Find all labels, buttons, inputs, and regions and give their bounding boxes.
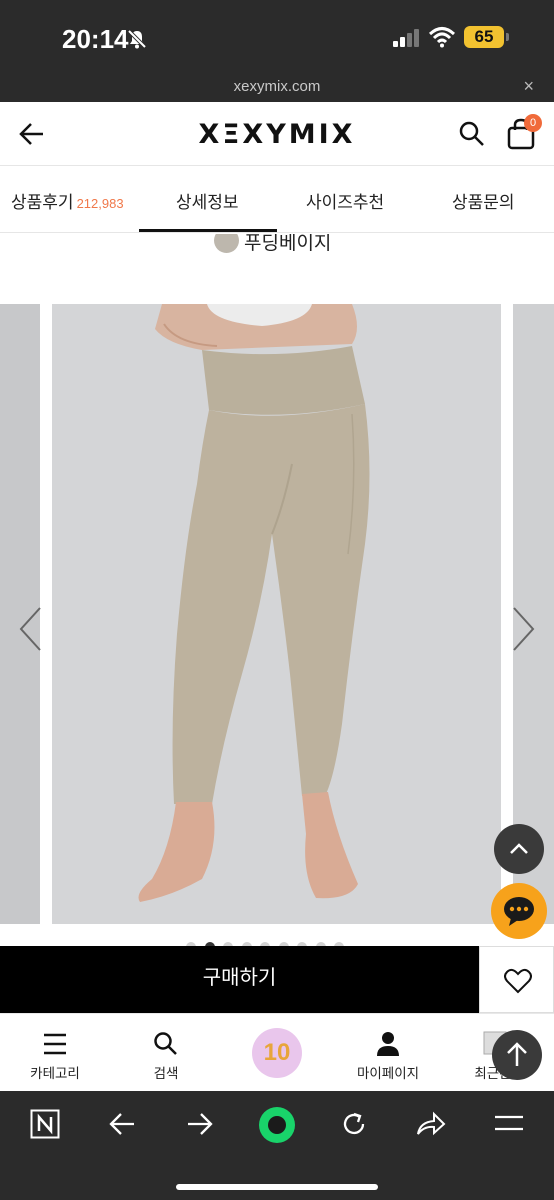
color-name: 푸딩베이지 <box>244 234 332 254</box>
scroll-up-button[interactable] <box>494 824 544 874</box>
tab-reviews-label: 상품후기 <box>11 193 74 212</box>
product-photo[interactable] <box>52 304 501 924</box>
chat-bubble-icon <box>504 897 534 926</box>
close-icon[interactable]: × <box>523 76 534 97</box>
buy-button[interactable]: 구매하기 <box>0 946 479 1013</box>
scroll-top-button[interactable] <box>492 1030 542 1080</box>
event-icon: 10 <box>252 1028 302 1078</box>
home-indicator <box>176 1184 378 1190</box>
color-swatch <box>214 234 239 253</box>
search-icon[interactable] <box>458 120 486 148</box>
review-count: 212,983 <box>76 196 124 211</box>
leggings-model-illustration <box>138 304 370 902</box>
tab-details[interactable]: 상세정보 <box>176 188 239 213</box>
nav-category-label: 카테고리 <box>30 1066 80 1081</box>
green-dot-home-icon[interactable] <box>257 1105 297 1145</box>
status-bar: 20:14 65 <box>0 0 554 74</box>
chat-button[interactable] <box>491 883 547 939</box>
tab-reviews[interactable]: 상품후기 212,983 <box>11 188 124 213</box>
status-time: 20:14 <box>62 24 129 54</box>
wifi-icon <box>428 27 456 48</box>
chevron-up-icon <box>510 843 528 854</box>
chevron-left-icon[interactable] <box>18 606 44 652</box>
product-tabs: 상품후기 212,983 상세정보 사이즈추천 상품문의 <box>0 167 554 233</box>
browser-back-icon[interactable] <box>108 1111 136 1137</box>
browser-forward-icon[interactable] <box>186 1111 214 1137</box>
signal-icon <box>393 29 419 47</box>
heart-icon <box>504 968 532 994</box>
active-tab-indicator <box>139 229 277 232</box>
chevron-right-icon[interactable] <box>510 606 536 652</box>
arrow-up-icon <box>507 1042 527 1066</box>
browser-url-bar[interactable]: xexymix.com × <box>0 74 554 102</box>
share-icon[interactable] <box>416 1111 446 1137</box>
url-text[interactable]: xexymix.com <box>0 78 554 95</box>
cart-count-badge: 0 <box>524 114 542 132</box>
gallery-pagination <box>186 939 353 946</box>
wishlist-button[interactable] <box>479 946 554 1013</box>
person-icon <box>377 1032 399 1056</box>
tab-size-recommendation[interactable]: 사이즈추천 <box>306 188 384 213</box>
search-icon <box>154 1032 177 1055</box>
hamburger-menu-icon[interactable] <box>494 1112 524 1136</box>
nav-search-label: 검색 <box>153 1066 179 1081</box>
product-detail-content: 푸딩베이지 <box>0 234 554 946</box>
bell-muted-icon <box>127 29 147 49</box>
battery-indicator: 65 <box>464 26 504 48</box>
site-header: XΞXYMIX 0 <box>0 102 554 166</box>
bottom-navigation: 카테고리 검색 10 마이페이지 최근본 <box>0 1013 554 1091</box>
menu-icon <box>44 1033 66 1055</box>
tab-product-inquiry[interactable]: 상품문의 <box>452 188 515 213</box>
battery-tip <box>506 33 509 41</box>
reload-icon[interactable] <box>340 1110 368 1138</box>
purchase-bar: 구매하기 <box>0 946 554 1013</box>
nav-mypage-label: 마이페이지 <box>356 1066 420 1081</box>
naver-n-icon[interactable] <box>30 1109 60 1139</box>
